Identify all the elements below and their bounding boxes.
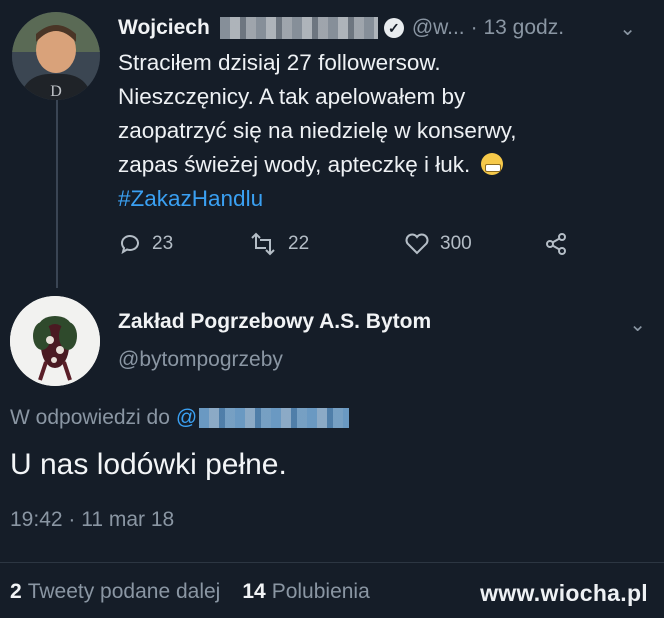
tweet-line: zaopatrzyć się na niedzielę w konserwy,	[118, 118, 517, 143]
svg-text:D: D	[50, 83, 62, 100]
tweet-header: Wojciech ✓ @w... · 13 godz. ⌄	[118, 10, 654, 46]
share-icon	[546, 233, 566, 255]
tweet-text: U nas lodówki pełne.	[10, 448, 287, 481]
chevron-down-icon[interactable]: ⌄	[619, 16, 636, 41]
tweet-line: Straciłem dzisiaj 27 followersow.	[118, 50, 441, 75]
like-stat-link[interactable]: Polubienia	[272, 580, 370, 604]
redacted-surname	[219, 17, 378, 39]
thread-connector-line	[56, 98, 58, 288]
retweet-count: 22	[288, 233, 310, 254]
reply-icon	[121, 235, 139, 255]
like-button[interactable]: 300	[404, 232, 544, 256]
author-handle[interactable]: @w...	[412, 16, 465, 40]
avatar[interactable]	[10, 296, 100, 386]
author-handle[interactable]: @bytompogrzeby	[118, 348, 283, 372]
tweet-actions: 23 22 300	[118, 228, 588, 260]
redacted-mention	[199, 408, 350, 428]
retweet-icon	[251, 232, 275, 256]
reply-count: 23	[152, 233, 174, 254]
tweet-line: zapas świeżej wody, apteczkę i łuk.	[118, 148, 598, 182]
hashtag-link[interactable]: #ZakazHandlu	[118, 186, 263, 211]
reply-context: W odpowiedzi do @	[10, 406, 350, 430]
chevron-down-icon[interactable]: ⌄	[629, 312, 646, 337]
watermark: www.wiocha.pl	[480, 580, 648, 606]
like-count: 14	[242, 580, 266, 603]
retweet-stat-link[interactable]: Tweety podane dalej	[28, 580, 221, 604]
tweet-stats: 2 Tweety podane dalej 14 Polubienia	[10, 580, 370, 604]
reply-prefix: W odpowiedzi do	[10, 406, 170, 429]
tweet-time[interactable]: · 13 godz.	[471, 16, 564, 40]
heart-icon	[405, 233, 429, 255]
verified-badge-icon: ✓	[383, 18, 404, 38]
share-button[interactable]	[544, 232, 568, 256]
tweet-timestamp[interactable]: 19:42 · 11 mar 18	[10, 508, 174, 532]
reply-mention-link[interactable]: @	[176, 406, 197, 430]
reply-button[interactable]: 23	[118, 232, 248, 256]
retweet-button[interactable]: 22	[248, 232, 404, 256]
grinning-face-icon	[480, 153, 503, 175]
tweet-line: Nieszczęnicy. A tak apelowałem by	[118, 84, 466, 109]
author-name[interactable]: Wojciech	[118, 16, 210, 40]
tweet-text: Straciłem dzisiaj 27 followersow. Nieszc…	[118, 46, 598, 216]
avatar[interactable]: D	[12, 12, 100, 100]
divider	[0, 562, 664, 563]
like-count: 300	[440, 233, 472, 254]
author-name[interactable]: Zakład Pogrzebowy A.S. Bytom	[118, 310, 431, 334]
retweet-count: 2	[10, 580, 22, 603]
